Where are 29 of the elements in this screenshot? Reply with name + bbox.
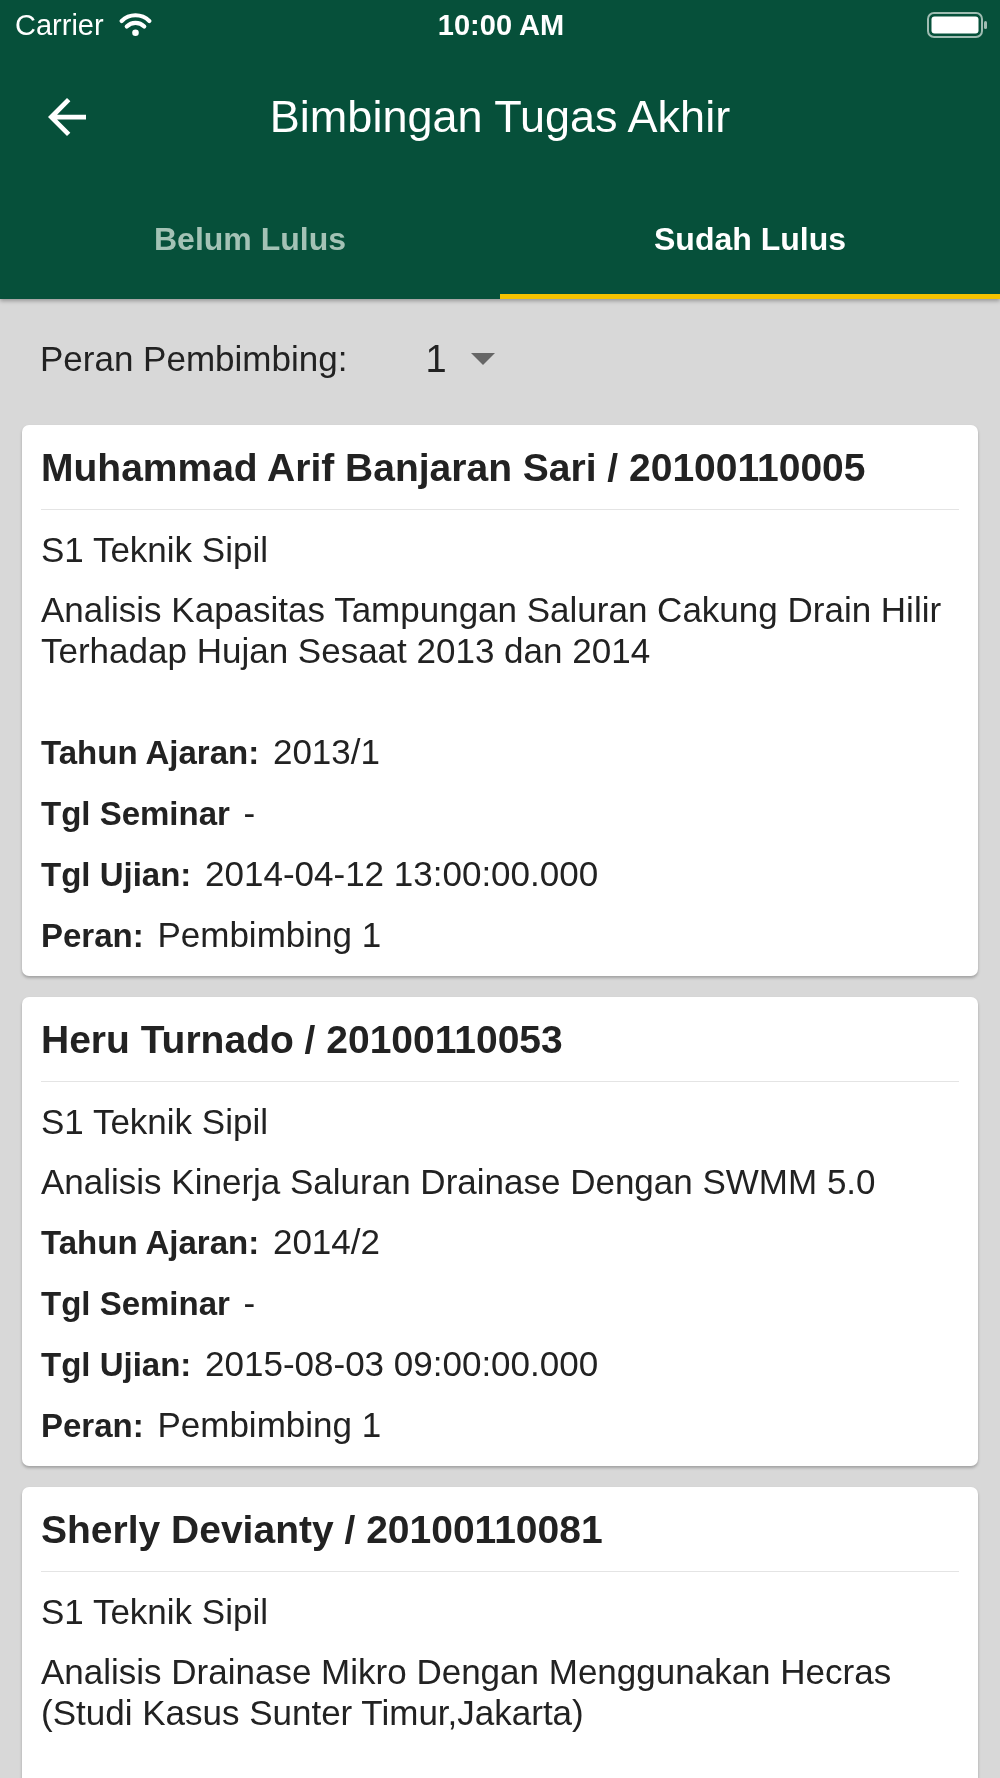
- detail-text: Tahun Ajaran: 2014/2: [41, 1221, 380, 1263]
- screen-title: Bimbingan Tugas Akhir: [269, 90, 731, 144]
- caret-down-icon: [470, 353, 495, 365]
- detail-text: Tgl Seminar -: [41, 792, 256, 834]
- arrow-left-icon: [48, 98, 86, 136]
- detail-text: Tgl Seminar -: [41, 1282, 256, 1324]
- back-button[interactable]: [48, 98, 86, 136]
- detail-text: Tgl Ujian: 2014-04-12 13:00:00.000: [41, 853, 599, 895]
- clock-time: 10:00 AM: [437, 8, 565, 42]
- student-name: Muhammad Arif Banjaran Sari / 20100110005: [41, 447, 867, 489]
- study-program: S1 Teknik Sipil: [41, 1591, 269, 1632]
- detail-text: Peran: Pembimbing 1: [41, 914, 382, 956]
- thesis-title: Analisis Drainase Mikro Dengan Menggunakan Hecras (Studi Kasus Sunter Timur,Jakarta): [41, 1651, 893, 1734]
- detail-text: Tahun Ajaran: 2013/1: [41, 731, 380, 773]
- wifi-icon: [118, 13, 152, 37]
- study-program: S1 Teknik Sipil: [41, 1101, 269, 1142]
- thesis-title: Analisis Kinerja Saluran Drainase Dengan SWMM 5.0: [41, 1161, 877, 1202]
- filter-label: Peran Pembimbing:: [40, 338, 348, 380]
- detail-text: Peran: Pembimbing 1: [41, 1404, 382, 1446]
- student-name: Heru Turnado / 20100110053: [41, 1019, 564, 1061]
- thesis-title: Analisis Kapasitas Tampungan Saluran Cakung Drain Hilir Terhadap Hujan Sesaat 2013 dan 2014: [41, 589, 943, 672]
- student-name: Sherly Devianty / 20100110081: [41, 1509, 604, 1551]
- detail-text: Tgl Ujian: 2015-08-03 09:00:00.000: [41, 1343, 599, 1385]
- tab[interactable]: Belum Lulus: [0, 184, 500, 299]
- battery-icon: [927, 12, 987, 38]
- carrier-name: Carrier: [15, 8, 104, 42]
- role-dropdown[interactable]: 1: [425, 337, 495, 381]
- tab[interactable]: Sudah Lulus: [500, 184, 1000, 299]
- study-program: S1 Teknik Sipil: [41, 529, 269, 570]
